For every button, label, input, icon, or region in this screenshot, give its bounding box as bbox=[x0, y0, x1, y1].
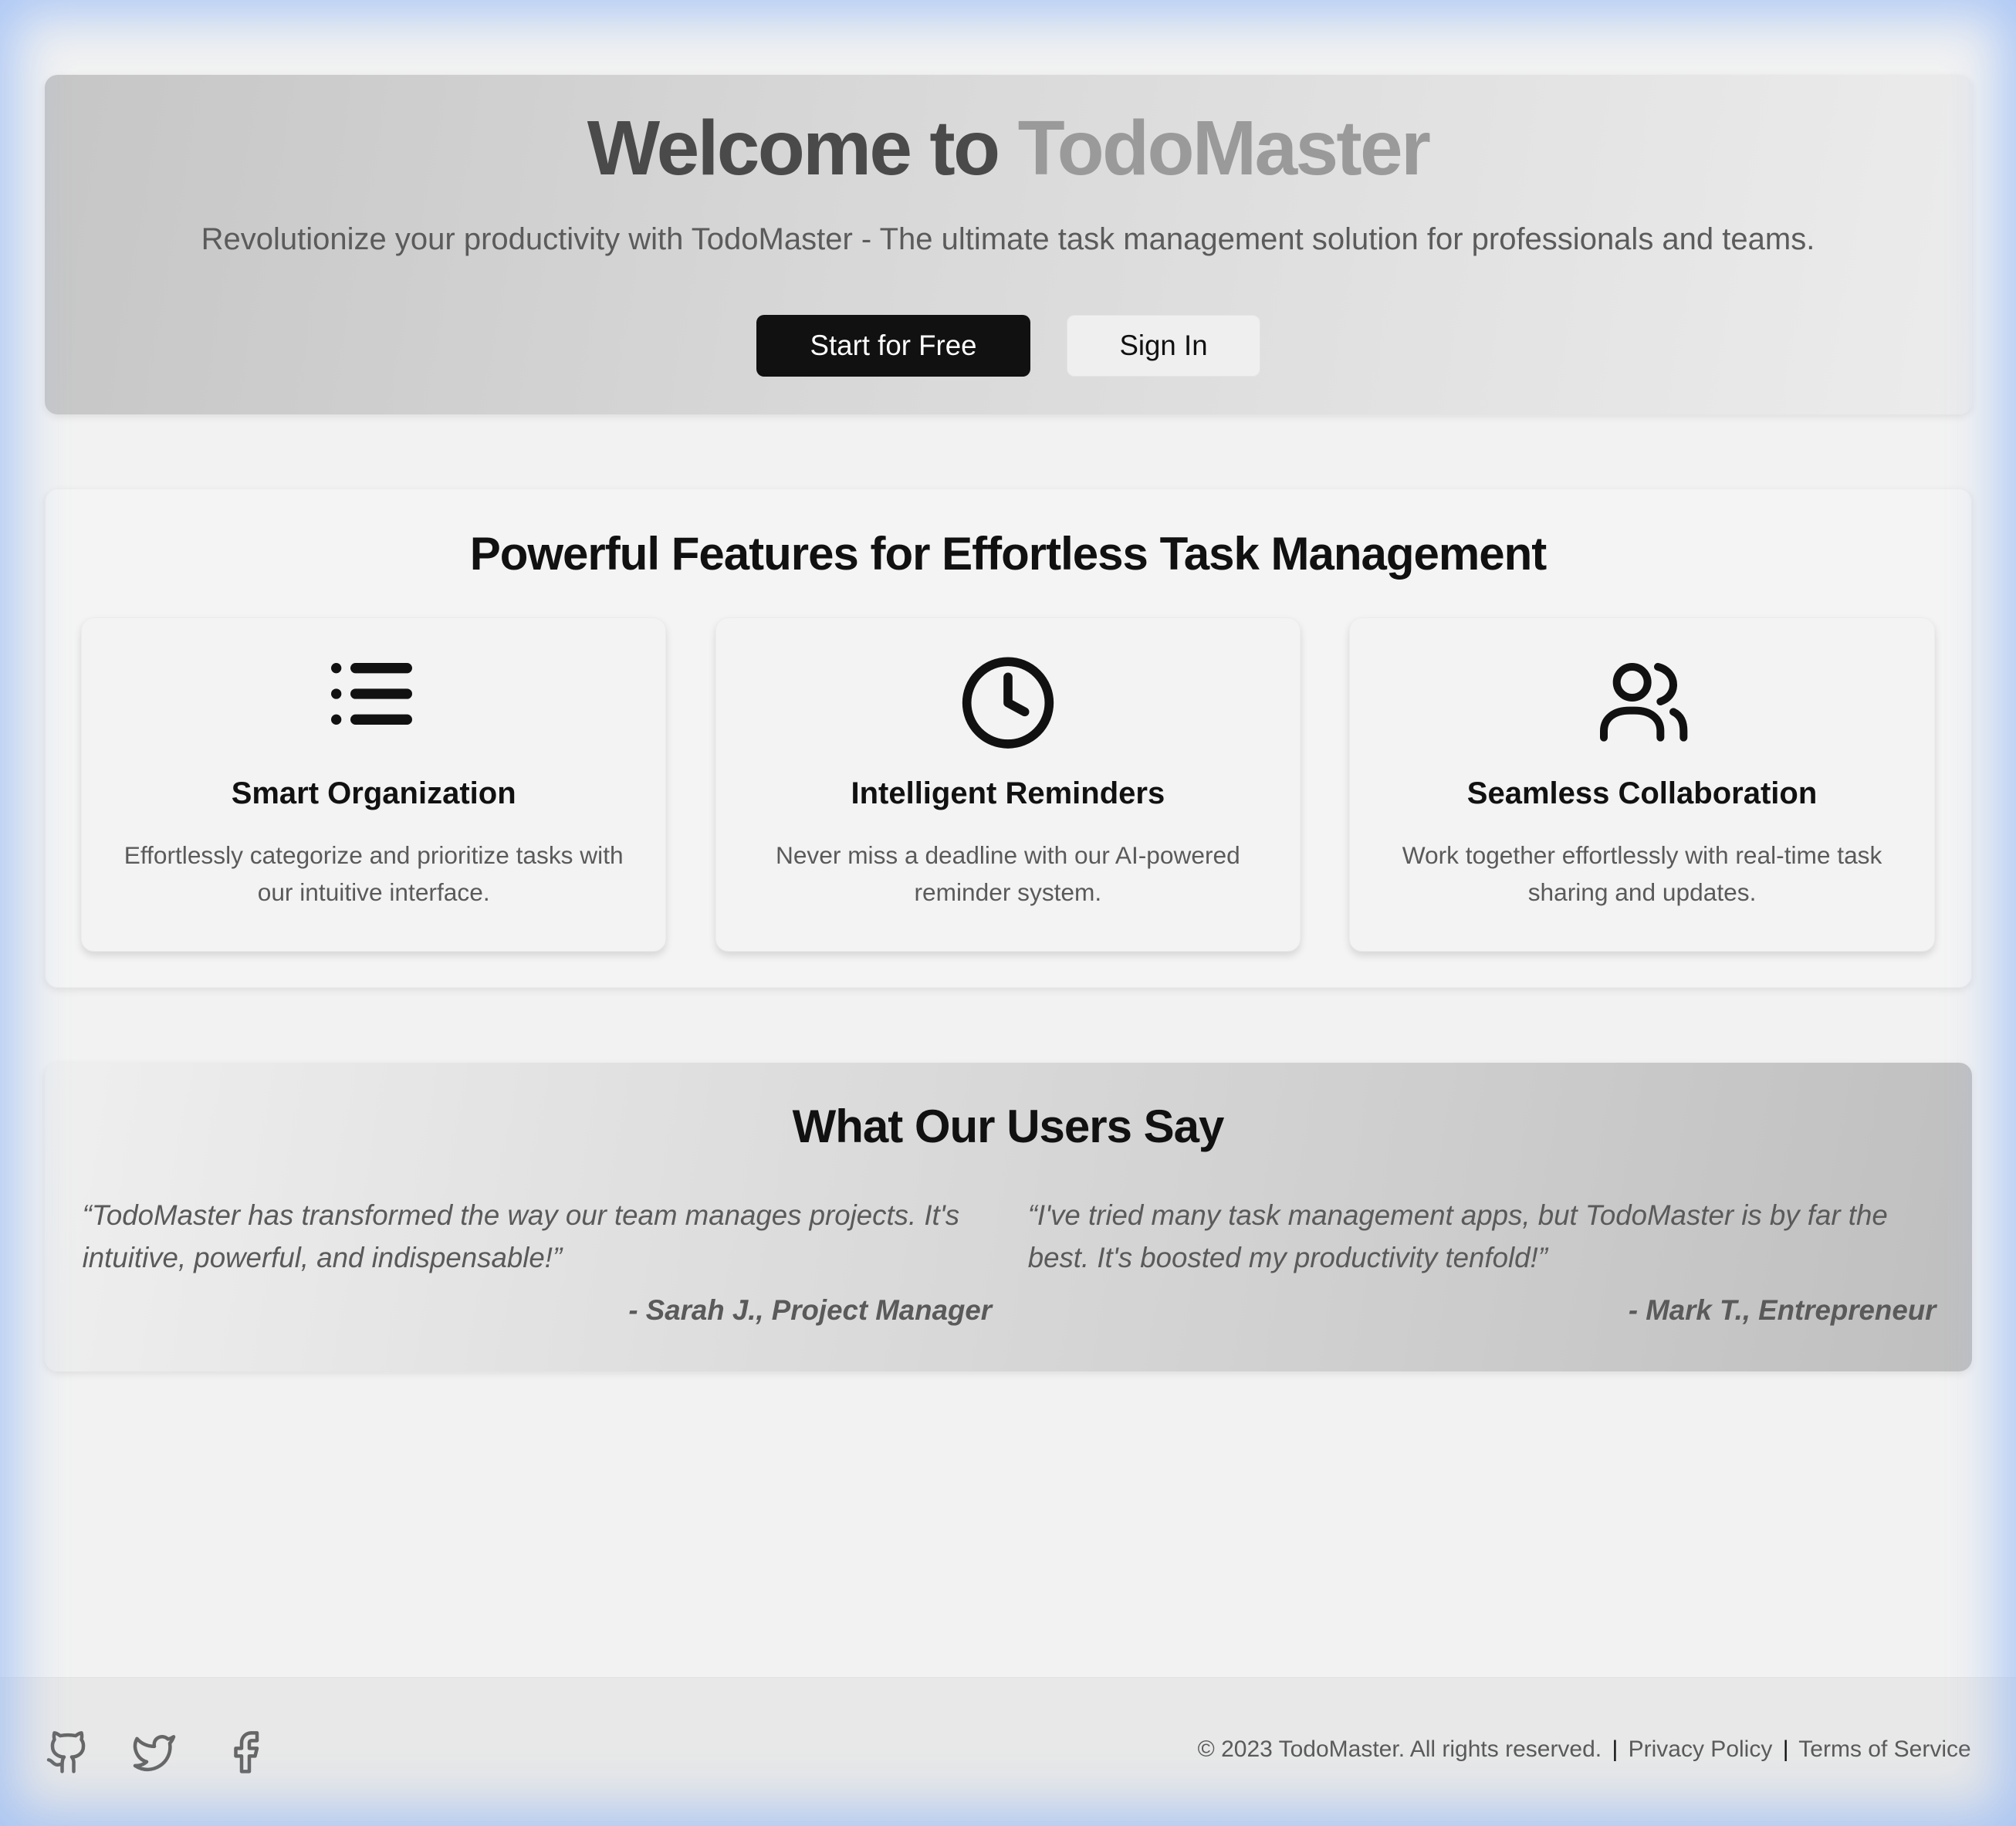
facebook-icon[interactable] bbox=[222, 1726, 269, 1778]
feature-title: Smart Organization bbox=[231, 776, 516, 811]
testimonial-quote: “TodoMaster has transformed the way our … bbox=[82, 1199, 960, 1274]
separator: | bbox=[1612, 1736, 1619, 1763]
testimonial-author: - Mark T., Entrepreneur bbox=[1628, 1293, 1937, 1326]
sign-in-button[interactable]: Sign In bbox=[1066, 315, 1261, 377]
landing-page: Welcome to TodoMaster Revolutionize your… bbox=[0, 0, 2016, 1826]
users-icon bbox=[1591, 651, 1693, 754]
separator: | bbox=[1782, 1736, 1789, 1763]
hero-subtitle: Revolutionize your productivity with Tod… bbox=[201, 222, 1815, 257]
copyright-text: © 2023 TodoMaster. All rights reserved. bbox=[1197, 1736, 1602, 1763]
start-for-free-button[interactable]: Start for Free bbox=[756, 315, 1031, 377]
clock-icon bbox=[956, 651, 1059, 754]
features-title: Powerful Features for Effortless Task Ma… bbox=[469, 528, 1548, 580]
feature-title: Intelligent Reminders bbox=[851, 776, 1165, 811]
feature-card-seamless-collaboration: Seamless Collaboration Work together eff… bbox=[1349, 617, 1935, 952]
list-icon bbox=[323, 651, 425, 754]
feature-description: Work together effortlessly with real-tim… bbox=[1402, 841, 1882, 907]
feature-card-smart-organization: Smart Organization Effortlessly categori… bbox=[81, 617, 667, 952]
feature-title: Seamless Collaboration bbox=[1466, 776, 1818, 811]
feature-description: Effortlessly categorize and prioritize t… bbox=[123, 841, 624, 907]
hero-title-part1: Welcome to bbox=[587, 104, 1000, 191]
footer-legal: © 2023 TodoMaster. All rights reserved. … bbox=[1198, 1736, 1971, 1763]
hero-title-brand: TodoMaster bbox=[1017, 104, 1431, 191]
terms-of-service-link[interactable]: Terms of Service bbox=[1798, 1736, 1970, 1762]
testimonial-author: - Sarah J., Project Manager bbox=[628, 1293, 992, 1326]
privacy-policy-link[interactable]: Privacy Policy bbox=[1629, 1736, 1773, 1762]
twitter-icon[interactable] bbox=[131, 1726, 178, 1778]
testimonial-quote: “I've tried many task management apps, b… bbox=[1027, 1199, 1888, 1274]
testimonials-title: What Our Users Say bbox=[792, 1101, 1225, 1153]
feature-card-intelligent-reminders: Intelligent Reminders Never miss a deadl… bbox=[715, 617, 1301, 952]
hero-title: Welcome to TodoMaster bbox=[0, 106, 2016, 191]
feature-description: Never miss a deadline with our AI-powere… bbox=[775, 841, 1240, 907]
github-icon[interactable] bbox=[45, 1726, 91, 1778]
